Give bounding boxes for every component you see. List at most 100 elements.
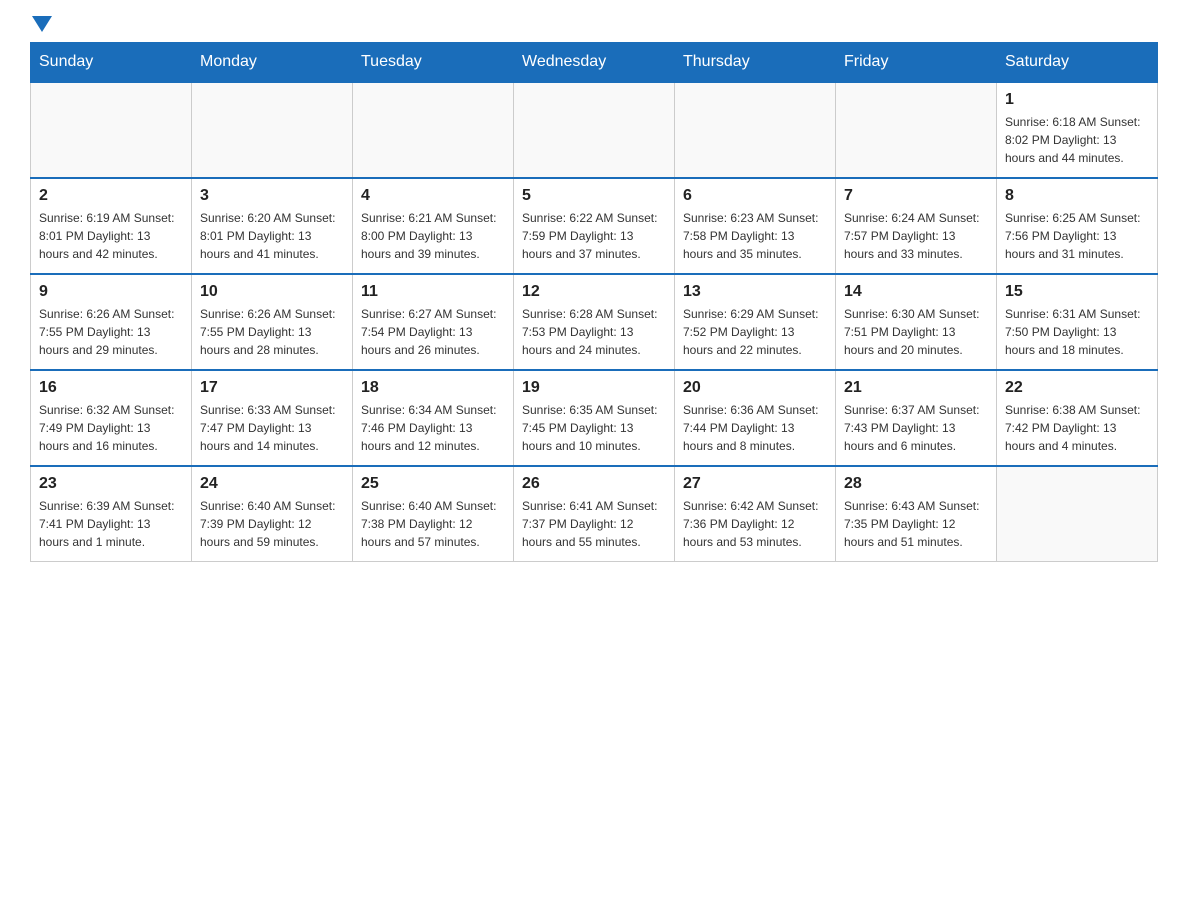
calendar-cell [997, 466, 1158, 562]
day-info: Sunrise: 6:28 AM Sunset: 7:53 PM Dayligh… [522, 305, 666, 359]
day-number: 4 [361, 187, 505, 205]
day-info: Sunrise: 6:41 AM Sunset: 7:37 PM Dayligh… [522, 497, 666, 551]
calendar-cell: 5 Sunrise: 6:22 AM Sunset: 7:59 PM Daylig… [514, 178, 675, 274]
calendar-cell [836, 82, 997, 178]
day-info: Sunrise: 6:39 AM Sunset: 7:41 PM Dayligh… [39, 497, 183, 551]
day-info: Sunrise: 6:42 AM Sunset: 7:36 PM Dayligh… [683, 497, 827, 551]
day-info: Sunrise: 6:40 AM Sunset: 7:38 PM Dayligh… [361, 497, 505, 551]
logo [30, 20, 52, 32]
day-number: 13 [683, 283, 827, 301]
day-info: Sunrise: 6:19 AM Sunset: 8:01 PM Dayligh… [39, 209, 183, 263]
calendar-cell: 16 Sunrise: 6:32 AM Sunset: 7:49 PM Dayli… [31, 370, 192, 466]
calendar-week-row: 16 Sunrise: 6:32 AM Sunset: 7:49 PM Dayli… [31, 370, 1158, 466]
day-info: Sunrise: 6:22 AM Sunset: 7:59 PM Dayligh… [522, 209, 666, 263]
day-number: 9 [39, 283, 183, 301]
calendar-cell: 10Sunrise: 6:26 AM Sunset: 7:55 PM Dayli… [192, 274, 353, 370]
calendar-cell: 24 Sunrise: 6:40 AM Sunset: 7:39 PM Dayli… [192, 466, 353, 562]
day-number: 28 [844, 475, 988, 493]
calendar-cell [192, 82, 353, 178]
column-header-monday: Monday [192, 43, 353, 83]
day-number: 26 [522, 475, 666, 493]
day-number: 1 [1005, 91, 1149, 109]
calendar-cell: 20 Sunrise: 6:36 AM Sunset: 7:44 PM Dayli… [675, 370, 836, 466]
calendar-cell: 17Sunrise: 6:33 AM Sunset: 7:47 PM Dayli… [192, 370, 353, 466]
calendar-cell [31, 82, 192, 178]
calendar-cell: 23 Sunrise: 6:39 AM Sunset: 7:41 PM Dayli… [31, 466, 192, 562]
day-number: 27 [683, 475, 827, 493]
day-number: 21 [844, 379, 988, 397]
day-number: 14 [844, 283, 988, 301]
column-header-thursday: Thursday [675, 43, 836, 83]
day-number: 17 [200, 379, 344, 397]
calendar-cell: 3 Sunrise: 6:20 AM Sunset: 8:01 PM Daylig… [192, 178, 353, 274]
column-header-saturday: Saturday [997, 43, 1158, 83]
day-info: Sunrise: 6:20 AM Sunset: 8:01 PM Dayligh… [200, 209, 344, 263]
day-info: Sunrise: 6:34 AM Sunset: 7:46 PM Dayligh… [361, 401, 505, 455]
calendar-cell: 8 Sunrise: 6:25 AM Sunset: 7:56 PM Daylig… [997, 178, 1158, 274]
day-info: Sunrise: 6:18 AM Sunset: 8:02 PM Dayligh… [1005, 113, 1149, 167]
calendar-cell: 7 Sunrise: 6:24 AM Sunset: 7:57 PM Daylig… [836, 178, 997, 274]
day-info: Sunrise: 6:40 AM Sunset: 7:39 PM Dayligh… [200, 497, 344, 551]
calendar-cell: 9 Sunrise: 6:26 AM Sunset: 7:55 PM Daylig… [31, 274, 192, 370]
calendar-cell: 6 Sunrise: 6:23 AM Sunset: 7:58 PM Daylig… [675, 178, 836, 274]
column-header-friday: Friday [836, 43, 997, 83]
calendar-cell: 1 Sunrise: 6:18 AM Sunset: 8:02 PM Daylig… [997, 82, 1158, 178]
day-number: 18 [361, 379, 505, 397]
day-number: 7 [844, 187, 988, 205]
day-info: Sunrise: 6:26 AM Sunset: 7:55 PM Dayligh… [200, 305, 344, 359]
calendar-cell: 27 Sunrise: 6:42 AM Sunset: 7:36 PM Dayli… [675, 466, 836, 562]
calendar-cell: 14 Sunrise: 6:30 AM Sunset: 7:51 PM Dayli… [836, 274, 997, 370]
day-number: 23 [39, 475, 183, 493]
day-info: Sunrise: 6:36 AM Sunset: 7:44 PM Dayligh… [683, 401, 827, 455]
day-info: Sunrise: 6:21 AM Sunset: 8:00 PM Dayligh… [361, 209, 505, 263]
calendar-cell [675, 82, 836, 178]
day-info: Sunrise: 6:37 AM Sunset: 7:43 PM Dayligh… [844, 401, 988, 455]
day-info: Sunrise: 6:32 AM Sunset: 7:49 PM Dayligh… [39, 401, 183, 455]
day-number: 24 [200, 475, 344, 493]
day-number: 2 [39, 187, 183, 205]
page-header [30, 20, 1158, 32]
day-info: Sunrise: 6:30 AM Sunset: 7:51 PM Dayligh… [844, 305, 988, 359]
day-info: Sunrise: 6:31 AM Sunset: 7:50 PM Dayligh… [1005, 305, 1149, 359]
day-info: Sunrise: 6:25 AM Sunset: 7:56 PM Dayligh… [1005, 209, 1149, 263]
calendar-cell: 18 Sunrise: 6:34 AM Sunset: 7:46 PM Dayli… [353, 370, 514, 466]
column-header-tuesday: Tuesday [353, 43, 514, 83]
day-info: Sunrise: 6:35 AM Sunset: 7:45 PM Dayligh… [522, 401, 666, 455]
calendar-cell [514, 82, 675, 178]
day-number: 15 [1005, 283, 1149, 301]
calendar-cell: 25 Sunrise: 6:40 AM Sunset: 7:38 PM Dayli… [353, 466, 514, 562]
day-number: 3 [200, 187, 344, 205]
day-number: 11 [361, 283, 505, 301]
day-info: Sunrise: 6:23 AM Sunset: 7:58 PM Dayligh… [683, 209, 827, 263]
day-number: 25 [361, 475, 505, 493]
day-number: 5 [522, 187, 666, 205]
day-info: Sunrise: 6:24 AM Sunset: 7:57 PM Dayligh… [844, 209, 988, 263]
column-header-sunday: Sunday [31, 43, 192, 83]
calendar-cell: 4 Sunrise: 6:21 AM Sunset: 8:00 PM Daylig… [353, 178, 514, 274]
calendar-week-row: 23 Sunrise: 6:39 AM Sunset: 7:41 PM Dayli… [31, 466, 1158, 562]
day-info: Sunrise: 6:29 AM Sunset: 7:52 PM Dayligh… [683, 305, 827, 359]
day-number: 8 [1005, 187, 1149, 205]
day-info: Sunrise: 6:38 AM Sunset: 7:42 PM Dayligh… [1005, 401, 1149, 455]
column-header-wednesday: Wednesday [514, 43, 675, 83]
calendar-header-row: SundayMondayTuesdayWednesdayThursdayFrid… [31, 43, 1158, 83]
calendar-cell: 26 Sunrise: 6:41 AM Sunset: 7:37 PM Dayli… [514, 466, 675, 562]
calendar-week-row: 1 Sunrise: 6:18 AM Sunset: 8:02 PM Daylig… [31, 82, 1158, 178]
day-number: 22 [1005, 379, 1149, 397]
calendar-week-row: 2 Sunrise: 6:19 AM Sunset: 8:01 PM Daylig… [31, 178, 1158, 274]
day-number: 6 [683, 187, 827, 205]
day-number: 20 [683, 379, 827, 397]
calendar-cell: 28 Sunrise: 6:43 AM Sunset: 7:35 PM Dayli… [836, 466, 997, 562]
calendar-cell: 2 Sunrise: 6:19 AM Sunset: 8:01 PM Daylig… [31, 178, 192, 274]
calendar-cell: 15 Sunrise: 6:31 AM Sunset: 7:50 PM Dayli… [997, 274, 1158, 370]
day-number: 16 [39, 379, 183, 397]
calendar-week-row: 9 Sunrise: 6:26 AM Sunset: 7:55 PM Daylig… [31, 274, 1158, 370]
day-info: Sunrise: 6:43 AM Sunset: 7:35 PM Dayligh… [844, 497, 988, 551]
day-number: 12 [522, 283, 666, 301]
calendar-cell: 12 Sunrise: 6:28 AM Sunset: 7:53 PM Dayli… [514, 274, 675, 370]
calendar-cell: 19Sunrise: 6:35 AM Sunset: 7:45 PM Dayli… [514, 370, 675, 466]
calendar-cell: 11Sunrise: 6:27 AM Sunset: 7:54 PM Dayli… [353, 274, 514, 370]
calendar-cell: 21 Sunrise: 6:37 AM Sunset: 7:43 PM Dayli… [836, 370, 997, 466]
logo-triangle-icon [32, 16, 52, 32]
day-info: Sunrise: 6:26 AM Sunset: 7:55 PM Dayligh… [39, 305, 183, 359]
